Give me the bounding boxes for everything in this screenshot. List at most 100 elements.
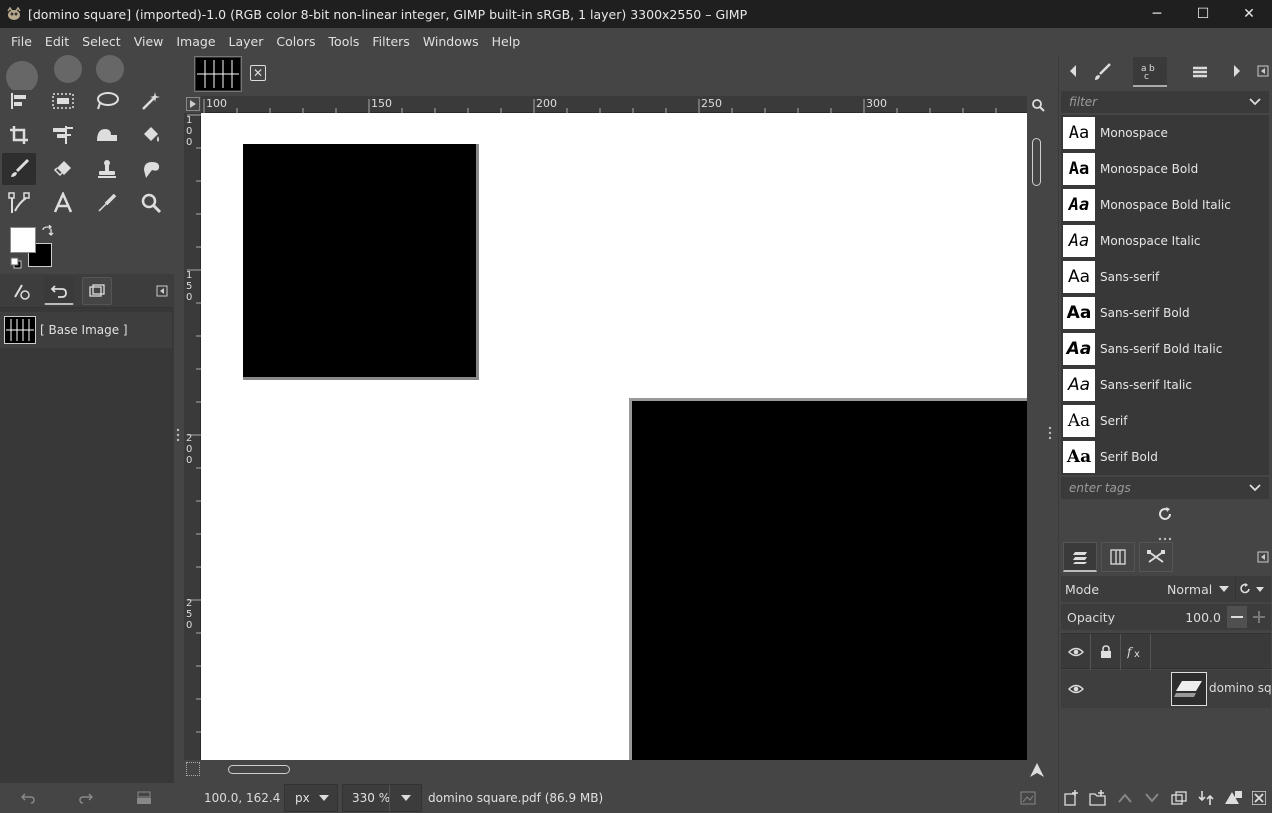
vertical-ruler[interactable]: 100 150 200 250: [184, 113, 201, 760]
list-item[interactable]: Aa Sans-serif Bold Italic: [1061, 331, 1269, 367]
vertical-scrollbar[interactable]: [1029, 113, 1045, 760]
minimize-button[interactable]: ─: [1134, 0, 1180, 28]
channels-tab-icon[interactable]: [1101, 542, 1135, 572]
brushes-tab-icon[interactable]: [1085, 57, 1119, 87]
redo-icon[interactable]: [76, 788, 96, 808]
transform-icon[interactable]: [46, 119, 80, 151]
text-icon[interactable]: [46, 187, 80, 219]
image-canvas[interactable]: [201, 113, 1027, 760]
menu-image[interactable]: Image: [171, 34, 220, 49]
paths-icon[interactable]: [2, 187, 36, 219]
images-tab-icon[interactable]: [82, 277, 112, 305]
tool-options-tab-icon[interactable]: [6, 277, 36, 305]
new-layer-icon[interactable]: [1061, 788, 1081, 808]
close-button[interactable]: ✕: [1226, 0, 1272, 28]
lasso-icon[interactable]: [90, 85, 124, 117]
bucket-fill-icon[interactable]: [134, 119, 168, 151]
scrollbar-thumb[interactable]: [228, 765, 290, 774]
dock-menu-icon[interactable]: [1253, 547, 1272, 567]
new-group-icon[interactable]: [1088, 788, 1108, 808]
navigate-icon[interactable]: [1028, 762, 1046, 778]
menu-view[interactable]: View: [129, 34, 169, 49]
zoom-search-icon[interactable]: [1030, 97, 1046, 113]
right-resize-handle-icon[interactable]: [1048, 426, 1052, 440]
dock-menu-icon[interactable]: [152, 281, 172, 301]
horizontal-ruler[interactable]: 100 150 200 250 300: [201, 96, 1027, 113]
menu-layer[interactable]: Layer: [224, 34, 269, 49]
scrollbar-thumb[interactable]: [1032, 138, 1041, 186]
zoom-select[interactable]: 330 %: [342, 784, 422, 812]
eraser-icon[interactable]: [46, 153, 80, 185]
layers-stack-tab-icon[interactable]: [1183, 57, 1217, 87]
color-picker-icon[interactable]: [90, 187, 124, 219]
opacity-increase-button[interactable]: [1249, 606, 1269, 628]
menu-filters[interactable]: Filters: [367, 34, 414, 49]
menu-help[interactable]: Help: [487, 34, 526, 49]
unit-select[interactable]: px: [284, 784, 338, 812]
list-item[interactable]: Aa Sans-serif: [1061, 259, 1269, 295]
clone-icon[interactable]: [90, 153, 124, 185]
list-item[interactable]: Aa Sans-serif Italic: [1061, 367, 1269, 403]
fonts-tab-icon[interactable]: abc: [1133, 57, 1167, 87]
paths-tab-icon[interactable]: [1139, 542, 1173, 572]
duplicate-layer-icon[interactable]: [1169, 788, 1189, 808]
mode-select[interactable]: Normal: [1161, 577, 1231, 601]
image-tab[interactable]: [194, 56, 242, 92]
list-item[interactable]: Aa Serif Bold: [1061, 439, 1269, 475]
merge-layer-icon[interactable]: [1196, 788, 1216, 808]
zoom-icon[interactable]: [134, 187, 168, 219]
list-item[interactable]: Aa Sans-serif Bold: [1061, 295, 1269, 331]
undo-icon[interactable]: [18, 788, 38, 808]
list-item[interactable]: [ Base Image ]: [0, 312, 172, 348]
menu-colors[interactable]: Colors: [271, 34, 320, 49]
menu-file[interactable]: File: [6, 34, 37, 49]
fg-bg-colors[interactable]: [8, 224, 54, 271]
image-preview-icon[interactable]: [1018, 788, 1038, 808]
left-resize-handle-icon[interactable]: [176, 428, 180, 442]
opacity-value[interactable]: 100.0: [1185, 610, 1221, 625]
opacity-row[interactable]: Opacity 100.0: [1061, 604, 1271, 630]
font-filter-input[interactable]: filter: [1061, 91, 1269, 113]
crop-icon[interactable]: [2, 119, 36, 151]
warp-icon[interactable]: [90, 119, 124, 151]
close-tab-icon[interactable]: ✕: [250, 65, 266, 81]
chevron-right-icon[interactable]: [1227, 61, 1247, 81]
menu-arrow-icon[interactable]: [186, 97, 200, 111]
layer-name[interactable]: domino squ: [1209, 681, 1272, 695]
refresh-icon[interactable]: [1155, 504, 1175, 524]
quick-mask-icon[interactable]: [186, 762, 200, 776]
list-item[interactable]: Aa Monospace Bold: [1061, 151, 1269, 187]
rect-select-icon[interactable]: [46, 85, 80, 117]
mode-switch-icon[interactable]: [1235, 577, 1269, 601]
chevron-left-icon[interactable]: [1063, 61, 1083, 81]
effects-icon[interactable]: fx: [1126, 642, 1146, 662]
eye-icon[interactable]: [1066, 642, 1086, 662]
eye-icon[interactable]: [1066, 679, 1086, 699]
layers-tab-icon[interactable]: [1063, 542, 1097, 572]
menu-windows[interactable]: Windows: [418, 34, 484, 49]
opacity-decrease-button[interactable]: [1227, 606, 1247, 628]
list-item[interactable]: Aa Monospace: [1061, 115, 1269, 151]
raise-layer-icon[interactable]: [1115, 788, 1135, 808]
smudge-icon[interactable]: [134, 153, 168, 185]
delete-layer-icon[interactable]: [1249, 788, 1269, 808]
table-row[interactable]: domino squ: [1061, 670, 1272, 708]
mask-layer-icon[interactable]: [1223, 788, 1243, 808]
tags-input[interactable]: enter tags: [1061, 477, 1269, 499]
list-item[interactable]: Aa Monospace Bold Italic: [1061, 187, 1269, 223]
menu-tools[interactable]: Tools: [324, 34, 365, 49]
menu-select[interactable]: Select: [77, 34, 126, 49]
swap-colors-icon[interactable]: [40, 224, 54, 239]
dock-menu-icon[interactable]: [1253, 61, 1272, 81]
menu-edit[interactable]: Edit: [40, 34, 74, 49]
horizontal-scrollbar[interactable]: [201, 761, 1027, 777]
clear-history-icon[interactable]: [134, 788, 154, 808]
paintbrush-icon[interactable]: [2, 153, 36, 185]
resize-handle-icon[interactable]: [1158, 530, 1172, 541]
foreground-color-swatch[interactable]: [10, 227, 36, 253]
undo-history-tab-icon[interactable]: [44, 277, 74, 305]
lock-icon[interactable]: [1096, 642, 1116, 662]
align-icon[interactable]: [2, 85, 36, 117]
default-colors-icon[interactable]: [10, 257, 22, 269]
list-item[interactable]: Aa Monospace Italic: [1061, 223, 1269, 259]
